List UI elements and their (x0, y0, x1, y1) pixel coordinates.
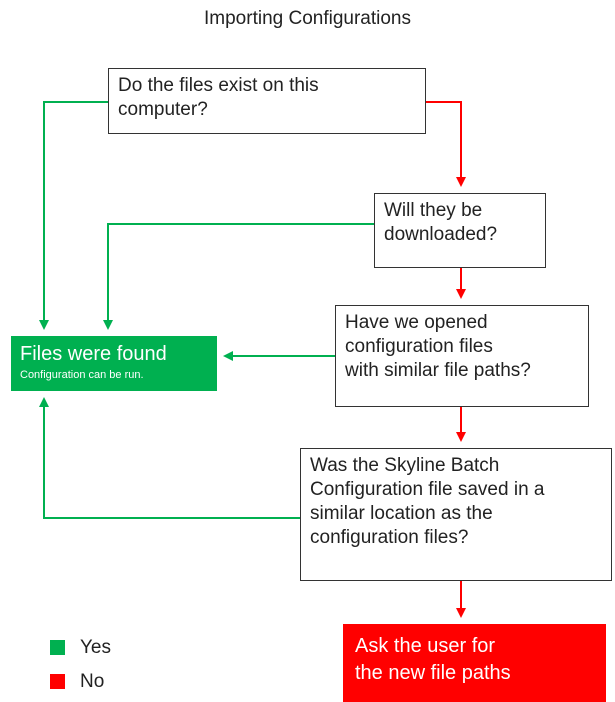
legend-label-no: No (80, 671, 105, 692)
legend-swatch-no (50, 674, 65, 689)
decision-opened-similar-paths: Have we opened configuration files with … (335, 305, 589, 407)
ask-user-result: Ask the user for the new file paths (343, 624, 606, 702)
yes-edge-q1-found (39, 101, 108, 330)
yes-edge-q4-found (39, 397, 300, 519)
no-edge-q1-q2 (426, 101, 466, 187)
decision-skyline-batch-saved: Was the Skyline Batch Configuration file… (300, 448, 612, 581)
files-found-result: Files were found Configuration can be ru… (11, 336, 217, 391)
legend-swatch-yes (50, 640, 65, 655)
files-found-title: Files were found (20, 343, 167, 365)
files-found-subtitle: Configuration can be run. (20, 369, 144, 381)
decision-will-download: Will they be downloaded? (374, 193, 546, 268)
decision-files-exist: Do the files exist on this computer? (108, 68, 426, 134)
legend-label-yes: Yes (80, 637, 111, 658)
